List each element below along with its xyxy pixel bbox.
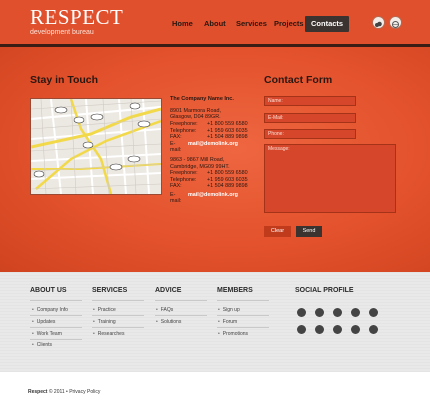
- telephone-label: Telephone:: [170, 127, 197, 134]
- divider: [155, 300, 207, 301]
- fax-value: +1 504 889 9898: [207, 183, 248, 189]
- stumbleupon-icon[interactable]: [333, 325, 342, 334]
- telephone-label: Telephone:: [170, 176, 197, 183]
- nav-contacts[interactable]: Contacts: [305, 16, 350, 32]
- divider: [92, 315, 144, 316]
- freephone-value: +1 800 559 6580: [207, 121, 248, 127]
- rss-icon[interactable]: [369, 308, 378, 317]
- divider: [30, 327, 82, 328]
- facebook-icon[interactable]: [315, 308, 324, 317]
- digg-icon[interactable]: [297, 325, 306, 334]
- email-label: E-mail:: [170, 140, 182, 153]
- divider: [92, 327, 144, 328]
- site-header: RESPECT development bureau Home About Se…: [0, 0, 430, 47]
- location-map[interactable]: [30, 98, 162, 195]
- fax-value: +1 504 889 9898: [207, 134, 248, 140]
- divider: [217, 327, 269, 328]
- dribbble-icon[interactable]: [351, 308, 360, 317]
- phone-field[interactable]: Phone:: [264, 129, 356, 139]
- flickr-icon[interactable]: [333, 308, 342, 317]
- nav-about[interactable]: About: [204, 16, 226, 32]
- footer-link[interactable]: Training: [93, 319, 116, 325]
- email-field[interactable]: E-Mail:: [264, 113, 356, 123]
- name-field[interactable]: Name:: [264, 96, 356, 106]
- footer-link[interactable]: Forum: [218, 319, 237, 325]
- footer-advice-title: ADVICE: [155, 287, 182, 294]
- email-link[interactable]: mail@demolink.org: [188, 141, 238, 147]
- footer-about-title: ABOUT US: [30, 287, 67, 294]
- footer-link[interactable]: Researches: [93, 331, 125, 337]
- copyright: Respect © 2011 • Privacy Policy: [28, 389, 100, 395]
- technorati-icon[interactable]: [315, 325, 324, 334]
- copyright-text[interactable]: © 2011 • Privacy Policy: [49, 389, 100, 395]
- divider: [30, 300, 82, 301]
- delicious-icon[interactable]: [297, 308, 306, 317]
- footer-members-title: MEMBERS: [217, 287, 253, 294]
- freephone-label: Freephone:: [170, 121, 198, 127]
- clear-button[interactable]: Clear: [264, 226, 291, 237]
- divider: [30, 315, 82, 316]
- divider: [217, 300, 269, 301]
- telephone-value: +1 959 603 6035: [207, 176, 248, 183]
- nav-home[interactable]: Home: [172, 16, 193, 32]
- divider: [155, 315, 207, 316]
- footer-link[interactable]: Promotions: [218, 331, 248, 337]
- footer-social-title: SOCIAL PROFILE: [295, 287, 354, 294]
- footer-link[interactable]: FAQs: [156, 307, 174, 313]
- footer-link[interactable]: Company Info: [32, 307, 68, 313]
- footer-link[interactable]: Solutions: [156, 319, 182, 325]
- freephone-value: +1 800 559 6580: [207, 170, 248, 176]
- footer-link[interactable]: Clients: [32, 342, 52, 348]
- send-button[interactable]: Send: [296, 226, 322, 237]
- freephone-label: Freephone:: [170, 170, 198, 176]
- nav-projects[interactable]: Projects: [274, 16, 304, 32]
- address-city: Glasgow, D04 89GR.: [170, 114, 221, 120]
- fax-label: FAX:: [170, 134, 182, 140]
- divider: [217, 315, 269, 316]
- footer-link[interactable]: Updates: [32, 319, 56, 325]
- telephone-value: +1 959 603 6035: [207, 127, 248, 134]
- footer-services-title: SERVICES: [92, 287, 128, 294]
- logo[interactable]: RESPECT: [30, 7, 123, 28]
- divider: [30, 339, 82, 340]
- nav-services[interactable]: Services: [236, 16, 267, 32]
- copyright-brand: Respect: [28, 389, 48, 395]
- divider: [92, 300, 144, 301]
- footer-link[interactable]: Work Team: [32, 331, 62, 337]
- address-city: Cambridge, MG09 99HT.: [170, 163, 230, 170]
- email-link[interactable]: mail@demolink.org: [188, 192, 238, 198]
- cloud-icon[interactable]: [372, 16, 385, 29]
- fax-label: FAX:: [170, 183, 182, 189]
- address-street: 9863 - 9867 Mill Road,: [170, 157, 225, 163]
- skype-icon[interactable]: [351, 325, 360, 334]
- footer-link[interactable]: Practice: [93, 307, 116, 313]
- footer-link[interactable]: Sign up: [218, 307, 240, 313]
- message-field[interactable]: Message:: [264, 144, 396, 213]
- company-name: The Company Name Inc.: [170, 96, 234, 102]
- logo-tagline: development bureau: [30, 29, 94, 36]
- email-label: E-mail:: [170, 192, 182, 205]
- globe-icon[interactable]: [389, 16, 402, 29]
- contact-form-title: Contact Form: [264, 74, 333, 86]
- stay-in-touch-title: Stay in Touch: [30, 74, 99, 86]
- twitter-icon[interactable]: [369, 325, 378, 334]
